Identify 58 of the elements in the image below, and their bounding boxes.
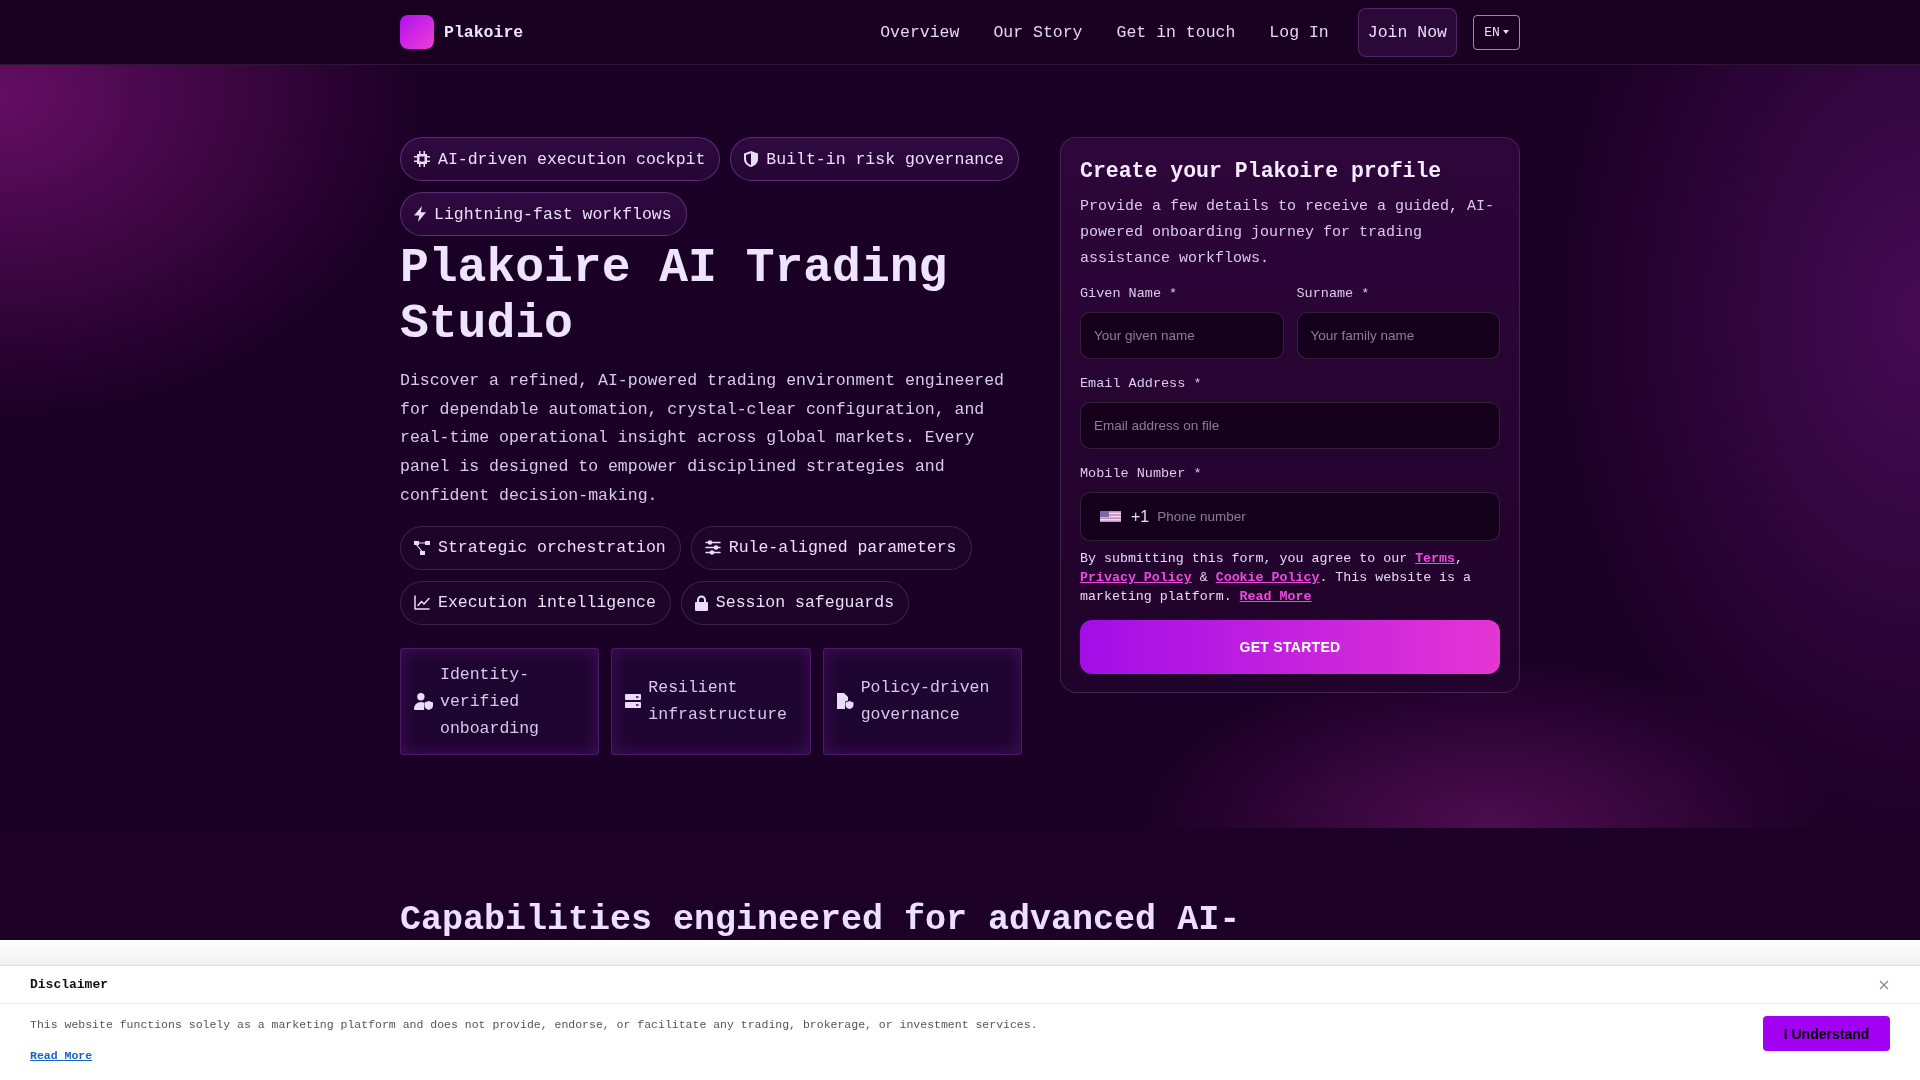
server-icon bbox=[625, 694, 642, 708]
user-shield-icon bbox=[414, 692, 433, 710]
consent-text: By submitting this form, you agree to our Terms, Privacy Policy & Cookie Policy. This website is a marketing platform. Read More bbox=[1080, 550, 1472, 606]
logo-icon[interactable] bbox=[400, 15, 434, 49]
chip-icon bbox=[414, 151, 430, 167]
card-text: Identity-verified onboarding bbox=[440, 663, 541, 740]
flag-icon bbox=[1100, 511, 1121, 522]
highlight-text: Lightning-fast workflows bbox=[434, 204, 672, 224]
shield-icon bbox=[744, 151, 759, 167]
brand-name: Plakoire bbox=[444, 22, 524, 42]
form-title: Create your Plakoire profile bbox=[1080, 158, 1443, 185]
nav-link[interactable]: Our Story bbox=[988, 22, 1088, 42]
sliders-icon bbox=[704, 540, 721, 555]
hero-title: Plakoire AI Trading Studio bbox=[400, 240, 949, 352]
legal-link[interactable]: Terms bbox=[1415, 551, 1456, 566]
input-field[interactable]: Your given name bbox=[1080, 312, 1284, 359]
country-code-selector[interactable]: +1 bbox=[1100, 507, 1150, 526]
feature-text: Strategic orchestration bbox=[438, 538, 666, 557]
nav-link[interactable]: Get in touch bbox=[1111, 22, 1241, 42]
understand-button[interactable]: I Understand bbox=[1763, 1016, 1890, 1051]
line-chart-icon bbox=[414, 595, 430, 610]
close-button[interactable] bbox=[1879, 979, 1889, 990]
highlight-text: AI-driven execution cockpit bbox=[438, 149, 706, 169]
section-title: Capabilities engineered for advanced AI- bbox=[400, 900, 1241, 940]
disclaimer-text: This website functions solely as a marketing platform and does not provide, endorse, or facilitate any trading, brokerage, or investment services. bbox=[30, 1017, 1038, 1033]
field-label: Surname * bbox=[1296, 285, 1371, 303]
disclaimer-title: Disclaimer bbox=[30, 977, 108, 992]
lock-icon bbox=[694, 594, 708, 611]
phone-input-field[interactable]: +1 Phone number bbox=[1080, 492, 1500, 541]
legal-link[interactable]: Read More bbox=[1239, 589, 1312, 604]
dial-code: +1 bbox=[1131, 507, 1150, 526]
phone-number-input[interactable]: Phone number bbox=[1157, 501, 1485, 532]
legal-link[interactable]: Cookie Policy bbox=[1215, 570, 1320, 585]
feature-text: Execution intelligence bbox=[438, 593, 656, 612]
file-shield-icon bbox=[836, 693, 854, 709]
nodes-icon bbox=[414, 540, 430, 555]
read-more-link[interactable]: Read More bbox=[30, 1047, 93, 1064]
feature-text: Session safeguards bbox=[715, 593, 895, 612]
input-field[interactable]: Email address on file bbox=[1080, 402, 1500, 449]
form-description: Provide a few details to receive a guided, AI-powered onboarding journey for trading assistance workflows. bbox=[1080, 197, 1496, 269]
card-text: Resilient infrastructure bbox=[648, 677, 788, 726]
input-field[interactable]: Your family name bbox=[1296, 312, 1500, 359]
lightning-icon bbox=[414, 206, 426, 222]
field-label: Given Name * bbox=[1080, 285, 1179, 303]
close-icon bbox=[1879, 979, 1889, 990]
caret-icon bbox=[1502, 30, 1509, 34]
highlight-text: Built-in risk governance bbox=[766, 149, 1004, 169]
nav-link[interactable]: Log In bbox=[1264, 22, 1334, 42]
feature-text: Rule-aligned parameters bbox=[728, 538, 957, 557]
language-button[interactable]: EN bbox=[1473, 14, 1520, 50]
legal-link[interactable]: Privacy Policy bbox=[1080, 570, 1192, 585]
field-label: Mobile Number * bbox=[1080, 465, 1203, 483]
card-text: Policy-driven governance bbox=[860, 677, 991, 726]
hero-description: Discover a refined, AI-powered trading environment engineered for dependable automation, crystal-clear configuration, and real-time operational insight across global markets. Every panel is designed to empower disciplined strategies and confident decision-making. bbox=[400, 370, 1005, 507]
field-label: Email Address * bbox=[1080, 375, 1203, 393]
join-button[interactable]: Join Now bbox=[1357, 7, 1457, 57]
get-started-button[interactable]: GET STARTED bbox=[1080, 620, 1500, 674]
nav-link[interactable]: Overview bbox=[875, 22, 965, 42]
